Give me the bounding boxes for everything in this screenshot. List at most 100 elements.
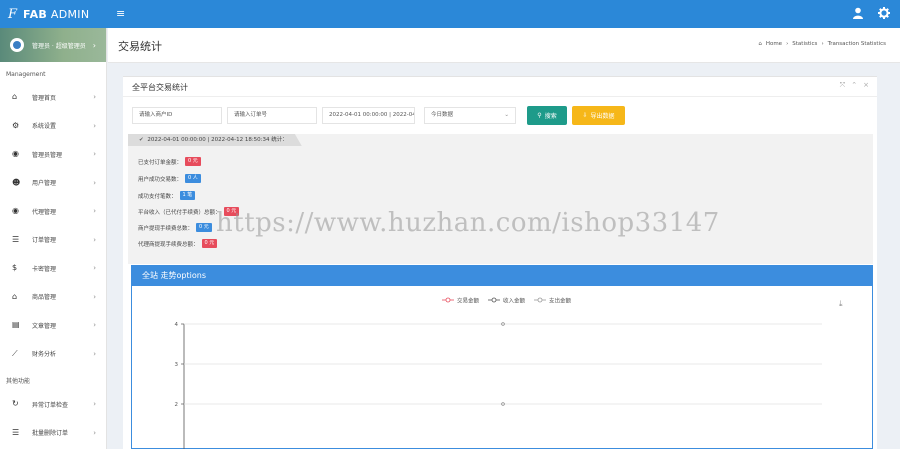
legend-item[interactable]: 交易金额 (442, 297, 480, 305)
top-navbar (0, 0, 900, 28)
stat-label: 代理商提现手续费总额： (138, 241, 199, 248)
expand-icon[interactable]: ⤧ (840, 81, 846, 90)
users-icon: ☻ (12, 177, 21, 187)
chevron-right-icon: › (93, 321, 96, 330)
chevron-right-icon: › (93, 349, 96, 358)
y-tick-label: 3 (175, 362, 179, 368)
legend-item[interactable]: 支出金额 (534, 297, 572, 305)
stat-row: 成功支付笔数： 1 笔 (138, 191, 196, 200)
sidebar-item-label: 财务分析 (32, 351, 57, 359)
collapse-icon[interactable]: ⌃ (851, 81, 857, 90)
sidebar-item[interactable]: $ 卡密管理 › (0, 254, 106, 283)
sidebar-item[interactable]: ⌂ 商品管理 › (0, 283, 106, 312)
search-icon: ⚲ (537, 112, 542, 119)
sidebar-item-label: 代理管理 (32, 208, 57, 216)
chevron-right-icon: › (93, 400, 96, 409)
gear-icon[interactable] (878, 7, 890, 19)
user-circle-icon: ◉ (12, 149, 19, 159)
chart-title: 全站 走势options (132, 266, 872, 286)
sidebar-item-label: 管理首页 (32, 94, 57, 102)
stat-value-badge: 0 元 (196, 223, 212, 232)
sidebar-item[interactable]: ◉ 管理员管理 › (0, 140, 106, 169)
quick-date-select[interactable]: 今日数据 ⌄ (424, 107, 516, 124)
export-button[interactable]: ⇩ 导出数据 (572, 106, 625, 125)
breadcrumb-home[interactable]: Home (766, 41, 782, 47)
quick-date-value: 今日数据 (431, 112, 454, 118)
line-chart-icon: ⟋ (12, 348, 18, 358)
merchant-id-input[interactable]: 请输入商户ID (132, 107, 222, 124)
stat-row: 代理商提现手续费总额： 0 元 (138, 239, 218, 248)
sidebar-item-label: 卡密管理 (32, 265, 57, 273)
sidebar-item[interactable]: ⌂ 管理首页 › (0, 83, 106, 112)
download-icon[interactable]: ⤓ (839, 299, 843, 308)
user-icon[interactable] (852, 7, 864, 19)
check-circle-icon: ✔ (139, 137, 144, 143)
close-icon[interactable]: × (863, 81, 869, 90)
sidebar: 管理员 · 超级管理员 › Management ⌂ 管理首页 › ⚙ 系统设置 › ◉ 管理… (0, 28, 107, 449)
sidebar-item-label: 文章管理 (32, 322, 57, 330)
stat-label: 已支付订单金额： (138, 159, 183, 166)
chevron-right-icon: › (93, 207, 96, 216)
list-icon: ☰ (12, 427, 20, 437)
stats-range-tab: ✔ 2022-04-01 00:00:00 | 2022-04-12 18:50… (128, 134, 302, 146)
sidebar-item[interactable]: ☰ 批量删除订单 › (0, 419, 106, 448)
chevron-right-icon: › (93, 93, 96, 102)
order-number-input[interactable]: 请输入订单号 (227, 107, 317, 124)
sidebar-item-label: 用户管理 (32, 180, 57, 188)
sidebar-item[interactable]: ☻ 用户管理 › (0, 169, 106, 198)
sidebar-item[interactable]: ↻ 异常订单检查 › (0, 390, 106, 419)
user-name: 管理员 · 超级管理员 (32, 42, 86, 50)
sidebar-item-label: 订单管理 (32, 237, 57, 245)
data-point[interactable] (501, 402, 505, 406)
avatar (10, 38, 24, 52)
sidebar-item[interactable]: ⚙ 系统设置 › (0, 112, 106, 141)
stat-label: 成功支付笔数： (138, 193, 177, 200)
page-title: 交易统计 (118, 40, 162, 53)
chevron-right-icon: › (93, 121, 96, 130)
sidebar-item[interactable]: ☰ 订单管理 › (0, 226, 106, 255)
logo-text-bold: FAB (23, 7, 48, 21)
home-icon: ⌂ (12, 92, 18, 102)
menu-toggle-icon[interactable]: ≡ (116, 7, 125, 20)
chevron-right-icon: › (93, 292, 96, 301)
section-label-management: Management (6, 71, 46, 78)
breadcrumb-statistics[interactable]: Statistics (792, 41, 817, 47)
chevron-right-icon: › (93, 235, 96, 244)
stat-row: 商户提现手续费总数： 0 元 (138, 223, 212, 232)
stat-label: 商户提现手续费总数： (138, 225, 194, 232)
legend-item[interactable]: 收入金额 (488, 297, 526, 305)
legend-label: 交易金额 (457, 297, 480, 305)
chevron-right-icon: › (93, 150, 96, 159)
sidebar-item[interactable]: ▤ 文章管理 › (0, 311, 106, 340)
y-tick-label: 4 (175, 322, 179, 328)
sidebar-item-label: 异常订单检查 (32, 401, 69, 409)
legend-label: 支出金额 (549, 297, 572, 305)
list-icon: ☰ (12, 234, 20, 244)
search-button[interactable]: ⚲ 搜索 (527, 106, 567, 125)
logo-icon: F (8, 6, 18, 22)
chevron-down-icon: ⌄ (504, 112, 509, 118)
data-point[interactable] (501, 322, 505, 326)
sidebar-item[interactable]: ◉ 代理管理 › (0, 197, 106, 226)
sidebar-item-label: 管理员管理 (32, 151, 63, 159)
date-range-input[interactable]: 2022-04-01 00:00:00 | 2022-04-12 18:50:3… (322, 107, 415, 124)
logo-text: ADMIN (50, 7, 90, 21)
watermark-text: https://www.huzhan.com/ishop33147 (216, 208, 720, 238)
sidebar-item[interactable]: ⟋ 财务分析 › (0, 340, 106, 369)
user-circle-icon: ◉ (12, 206, 19, 216)
box-title: 全平台交易统计 (132, 83, 188, 92)
trend-chart: 交易金额 收入金额 支出金额 ⤓ 4 3 2 (175, 297, 843, 449)
sidebar-item-label: 商品管理 (32, 294, 57, 302)
stats-panel: ✔ 2022-04-01 00:00:00 | 2022-04-12 18:50… (128, 134, 873, 264)
refresh-icon: ↻ (12, 399, 19, 409)
stat-value-badge: 0 人 (185, 174, 201, 183)
sidebar-item-label: 系统设置 (32, 123, 57, 131)
money-bag-icon: $ (12, 263, 18, 273)
stat-row: 已支付订单金额： 0 元 (138, 157, 201, 166)
content-header: 交易统计 ⌂ Home › Statistics › Transaction S… (108, 28, 900, 63)
y-tick-label: 2 (175, 402, 179, 408)
legend-label: 收入金额 (503, 297, 526, 305)
logo[interactable]: F FAB ADMIN (0, 0, 107, 28)
box-tools: ⤧ ⌃ × (840, 81, 869, 90)
user-panel[interactable]: 管理员 · 超级管理员 › (0, 28, 106, 62)
